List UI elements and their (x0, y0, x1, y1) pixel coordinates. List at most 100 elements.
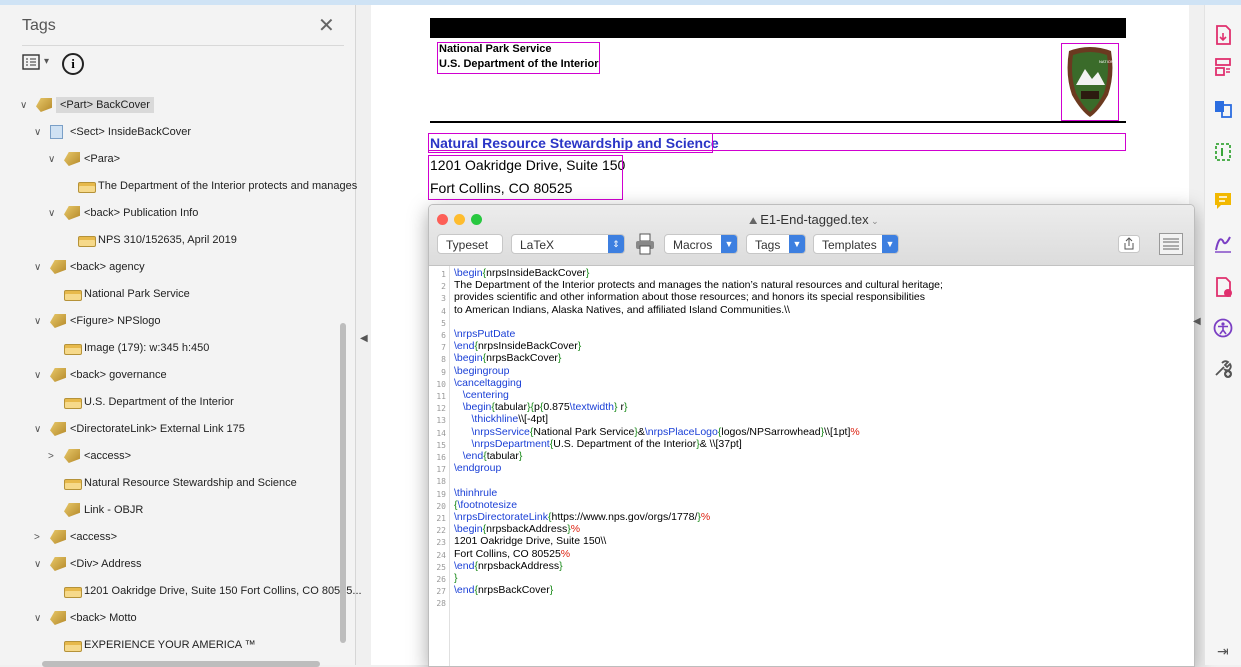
expand-rail-icon[interactable]: ◀ (1193, 316, 1201, 327)
code-line[interactable]: {\footnotesize (454, 499, 517, 511)
tex-editor-window: ⛰ E1-End-tagged.tex ⌄ Typeset LaTeX ⇕ Ma… (428, 204, 1195, 667)
code-line[interactable]: Fort Collins, CO 80525% (454, 548, 570, 560)
code-line[interactable]: \begin{nrpsbackAddress}% (454, 523, 580, 535)
code-line[interactable]: \begin{nrpsInsideBackCover} (454, 267, 589, 279)
tag-tree-label: <back> governance (70, 369, 167, 381)
tag-tree-item[interactable]: ∨ <Para> (0, 149, 340, 171)
chevron-down-icon[interactable]: ∨ (34, 262, 44, 273)
code-line[interactable]: } (454, 572, 458, 584)
export-pdf-icon[interactable] (1213, 25, 1233, 45)
chevron-down-icon[interactable]: ∨ (48, 154, 58, 165)
combine-files-icon[interactable] (1213, 99, 1233, 119)
chevron-down-icon[interactable]: ▾ (44, 56, 49, 67)
engine-value: LaTeX (520, 238, 555, 252)
chevron-right-icon[interactable]: > (48, 451, 58, 462)
tag-tree-label: The Department of the Interior protects … (98, 180, 358, 192)
chevron-down-icon[interactable]: ∨ (48, 208, 58, 219)
tag-tree-item[interactable]: EXPERIENCE YOUR AMERICA ™ (0, 635, 340, 657)
tag-tree-item[interactable]: ∨ <back> Publication Info (0, 203, 340, 225)
chevron-down-icon[interactable]: ∨ (34, 127, 44, 138)
code-line[interactable]: \end{nrpsInsideBackCover} (454, 340, 581, 352)
chevron-down-icon[interactable]: ∨ (20, 100, 30, 111)
tag-tree-item[interactable]: The Department of the Interior protects … (0, 176, 357, 198)
split-view-icon[interactable] (1159, 233, 1183, 255)
code-line[interactable]: \begin{nrpsBackCover} (454, 352, 561, 364)
tags-header: Tags ✕ (0, 5, 355, 45)
fill-sign-icon[interactable] (1213, 233, 1233, 253)
tag-tree-label: Image (179): w:345 h:450 (84, 342, 210, 354)
accessibility-icon[interactable] (1213, 318, 1233, 338)
tag-tree-item[interactable]: ∨ <Sect> InsideBackCover (0, 122, 340, 144)
tag-tree-item[interactable]: ∨ <back> agency (0, 257, 340, 279)
tag-tree-item[interactable]: Link - OBJR (0, 500, 340, 522)
code-line[interactable]: \nrpsDirectorateLink{https://www.nps.gov… (454, 511, 710, 523)
code-line[interactable]: \thinhrule (454, 487, 497, 499)
printer-icon[interactable] (635, 233, 655, 255)
tag-tree-item[interactable]: ∨ <Div> Address (0, 554, 340, 576)
edit-pdf-icon[interactable] (1213, 142, 1233, 162)
chevron-down-icon[interactable]: ∨ (34, 370, 44, 381)
chevron-down-icon[interactable]: ∨ (34, 613, 44, 624)
chevron-right-icon[interactable]: > (34, 532, 44, 543)
tag-tree-item[interactable]: U.S. Department of the Interior (0, 392, 340, 414)
templates-label: Templates (822, 238, 877, 252)
thick-header-rule (430, 18, 1126, 38)
chevron-down-icon[interactable]: ⌄ (869, 216, 879, 226)
organize-pages-icon[interactable] (1213, 57, 1233, 77)
code-line[interactable]: \nrpsPutDate (454, 328, 515, 340)
tag-tree-item[interactable]: NPS 310/152635, April 2019 (0, 230, 340, 252)
tag-icon (50, 314, 66, 328)
tag-tree-item[interactable]: Image (179): w:345 h:450 (0, 338, 340, 360)
tag-tree-item[interactable]: > <access> (0, 527, 340, 549)
minimize-window-button[interactable] (454, 214, 465, 225)
close-window-button[interactable] (437, 214, 448, 225)
macros-menu[interactable]: Macros ▼ (664, 234, 738, 254)
templates-menu[interactable]: Templates ▼ (813, 234, 899, 254)
code-line[interactable]: \nrpsDepartment{U.S. Department of the I… (454, 438, 742, 450)
code-line[interactable]: \endgroup (454, 462, 501, 474)
tag-tree-item[interactable]: > <access> (0, 446, 340, 468)
options-menu-icon[interactable] (22, 53, 40, 71)
tag-tree-item[interactable]: ∨ <back> governance (0, 365, 340, 387)
address-highlight-box (428, 155, 623, 200)
chevron-down-icon[interactable]: ∨ (34, 316, 44, 327)
zoom-window-button[interactable] (471, 214, 482, 225)
typeset-button[interactable]: Typeset (437, 234, 503, 254)
close-icon[interactable]: ✕ (318, 13, 335, 38)
code-line[interactable]: \canceltagging (454, 377, 522, 389)
chevron-down-icon[interactable]: ∨ (34, 424, 44, 435)
source-editor[interactable]: \begin{nrpsInsideBackCover} The Departmen… (429, 266, 1194, 666)
tag-tree-item[interactable]: ∨ <DirectorateLink> External Link 175 (0, 419, 340, 441)
comment-icon[interactable] (1213, 191, 1233, 211)
code-line[interactable]: \begin{tabular}{p{0.875\textwidth} r} (454, 401, 628, 413)
tree-vertical-scrollbar[interactable] (340, 323, 346, 643)
code-line[interactable]: \end{nrpsbackAddress} (454, 560, 563, 572)
collapse-rail-icon[interactable]: ⇥ (1217, 643, 1229, 660)
engine-select[interactable]: LaTeX ⇕ (511, 234, 625, 254)
code-line[interactable]: \end{tabular} (454, 450, 523, 462)
info-icon[interactable]: i (62, 53, 84, 75)
code-line[interactable]: \centering (454, 389, 509, 401)
tags-menu[interactable]: Tags ▼ (746, 234, 806, 254)
chevron-down-icon[interactable]: ∨ (34, 559, 44, 570)
code-line[interactable]: \end{nrpsBackCover} (454, 584, 553, 596)
tag-tree-label: U.S. Department of the Interior (84, 396, 234, 408)
tag-tree-item[interactable]: Natural Resource Stewardship and Science (0, 473, 340, 495)
share-icon[interactable] (1118, 235, 1140, 253)
tag-tree-item[interactable]: ∨ <back> Motto (0, 608, 340, 630)
tag-tree-item[interactable]: National Park Service (0, 284, 340, 306)
code-line[interactable]: \nrpsService{National Park Service}&\nrp… (454, 426, 860, 438)
protect-icon[interactable] (1213, 277, 1233, 297)
collapse-panel-icon[interactable]: ◀ (360, 333, 368, 344)
code-line[interactable]: The Department of the Interior protects … (454, 279, 943, 291)
tag-tree-item[interactable]: ∨ <Figure> NPSlogo (0, 311, 340, 333)
code-line[interactable]: to American Indians, Alaska Natives, and… (454, 304, 790, 316)
tag-tree-item[interactable]: ∨ <Part> BackCover (0, 95, 340, 117)
code-line[interactable]: \thickhline\\[-4pt] (454, 413, 548, 425)
code-line[interactable]: \begingroup (454, 365, 509, 377)
code-line[interactable]: 1201 Oakridge Drive, Suite 150\\ (454, 535, 606, 547)
tree-horizontal-scrollbar[interactable] (42, 661, 320, 667)
code-line[interactable]: provides scientific and other informatio… (454, 291, 925, 303)
more-tools-icon[interactable] (1213, 359, 1233, 379)
tag-tree-item[interactable]: 1201 Oakridge Drive, Suite 150 Fort Coll… (0, 581, 362, 603)
